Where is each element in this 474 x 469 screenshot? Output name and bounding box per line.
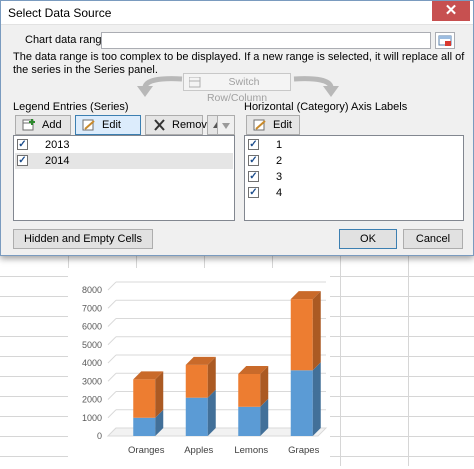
y-tick-label: 0 [97, 431, 102, 441]
title-bar: Select Data Source ✕ [1, 1, 473, 25]
category-checkbox[interactable]: ✓ [248, 155, 259, 166]
series-checkbox[interactable]: ✓ [17, 155, 28, 166]
gridline [107, 372, 117, 382]
series-list: ✓ 2013 ✓ 2014 [13, 135, 235, 221]
cancel-button[interactable]: Cancel [403, 229, 463, 249]
bar-segment [238, 373, 261, 407]
bar-segment [238, 406, 261, 436]
x-tick-label: Grapes [288, 445, 319, 456]
add-icon [22, 119, 35, 131]
category-row[interactable]: ✓ 3 [246, 169, 462, 185]
edit-axis-labels-button[interactable]: Edit [246, 115, 300, 135]
switch-icon [189, 77, 201, 88]
gridline [107, 336, 117, 346]
category-name: 4 [276, 187, 283, 199]
down-arrow-icon [222, 123, 230, 129]
series-row[interactable]: ✓ 2013 [15, 137, 233, 153]
range-selector-button[interactable] [435, 32, 455, 49]
switch-row-column-label: Switch Row/Column [206, 76, 268, 104]
ok-button[interactable]: OK [339, 229, 397, 249]
edit-icon [82, 119, 95, 131]
gridline [107, 299, 117, 309]
switch-row-column-button[interactable]: Switch Row/Column [183, 73, 291, 104]
axis-labels-label: Horizontal (Category) Axis Labels [244, 101, 408, 113]
series-name: 2013 [45, 139, 70, 151]
range-select-icon [438, 35, 452, 46]
y-tick-label: 6000 [82, 322, 102, 332]
chart-area[interactable]: 0 1000 2000 3000 4000 5000 6000 7000 8000 Oranges… [68, 268, 330, 466]
remove-series-button[interactable]: Remove [145, 115, 213, 135]
x-tick-label: Apples [184, 445, 213, 456]
category-checkbox[interactable]: ✓ [248, 139, 259, 150]
y-tick-label: 1000 [82, 413, 102, 423]
remove-icon [154, 119, 165, 131]
hidden-empty-cells-button[interactable]: Hidden and Empty Cells [13, 229, 153, 249]
bar-segment [290, 299, 313, 371]
category-row[interactable]: ✓ 2 [246, 153, 462, 169]
grid-line [340, 256, 341, 466]
add-series-button[interactable]: Add [15, 115, 71, 135]
bar-side [155, 371, 164, 418]
x-tick-label: Lemons [234, 445, 268, 456]
series-row[interactable]: ✓ 2014 [15, 153, 233, 169]
bar-segment [290, 370, 313, 436]
chart-data-range-input[interactable] [101, 32, 431, 49]
bar-side [312, 362, 321, 436]
series-checkbox[interactable]: ✓ [17, 139, 28, 150]
y-tick-label: 8000 [82, 285, 102, 295]
gridline [107, 409, 117, 419]
axis-toolbar: Edit [244, 115, 464, 137]
add-label: Add [42, 119, 62, 131]
category-name: 1 [276, 139, 283, 151]
y-tick-label: 7000 [82, 303, 102, 313]
select-data-source-dialog: Select Data Source ✕ Chart data range: T… [0, 0, 474, 256]
series-name: 2014 [45, 155, 70, 167]
arrow-left-icon [137, 76, 183, 97]
edit-axis-label: Edit [273, 119, 292, 131]
edit-label: Edit [102, 119, 121, 131]
bar-segment [185, 397, 208, 436]
chart-data-range-label: Chart data range: [25, 34, 111, 46]
bar-segment [133, 379, 156, 418]
legend-toolbar: Add Edit Remove [13, 115, 235, 137]
edit-icon [253, 119, 266, 131]
gridline [107, 391, 117, 400]
bar-segment [133, 417, 156, 436]
bar-segment [185, 364, 208, 398]
close-button[interactable]: ✕ [432, 1, 470, 21]
category-checkbox[interactable]: ✓ [248, 171, 259, 182]
y-tick-label: 2000 [82, 395, 102, 405]
stacked-column-chart: 0 1000 2000 3000 4000 5000 6000 7000 8000 Oranges… [82, 281, 328, 456]
legend-entries-label: Legend Entries (Series) [13, 101, 129, 113]
move-down-button[interactable] [217, 115, 235, 135]
gridline [107, 354, 117, 364]
y-tick-label: 4000 [82, 358, 102, 368]
edit-series-button[interactable]: Edit [75, 115, 141, 135]
x-tick-label: Oranges [128, 445, 165, 456]
gridline [107, 318, 117, 327]
category-row[interactable]: ✓ 1 [246, 137, 462, 153]
dialog-title: Select Data Source [8, 6, 112, 20]
category-name: 2 [276, 155, 283, 167]
bar-side [312, 291, 321, 371]
category-checkbox[interactable]: ✓ [248, 187, 259, 198]
arrow-right-icon [293, 76, 339, 97]
category-list: ✓ 1 ✓ 2 ✓ 3 ✓ 4 [244, 135, 464, 221]
y-tick-label: 5000 [82, 340, 102, 350]
bar-side [207, 389, 216, 436]
category-name: 3 [276, 171, 283, 183]
category-row[interactable]: ✓ 4 [246, 185, 462, 201]
grid-line [408, 256, 409, 466]
y-tick-label: 3000 [82, 376, 102, 386]
gridline [107, 281, 117, 291]
